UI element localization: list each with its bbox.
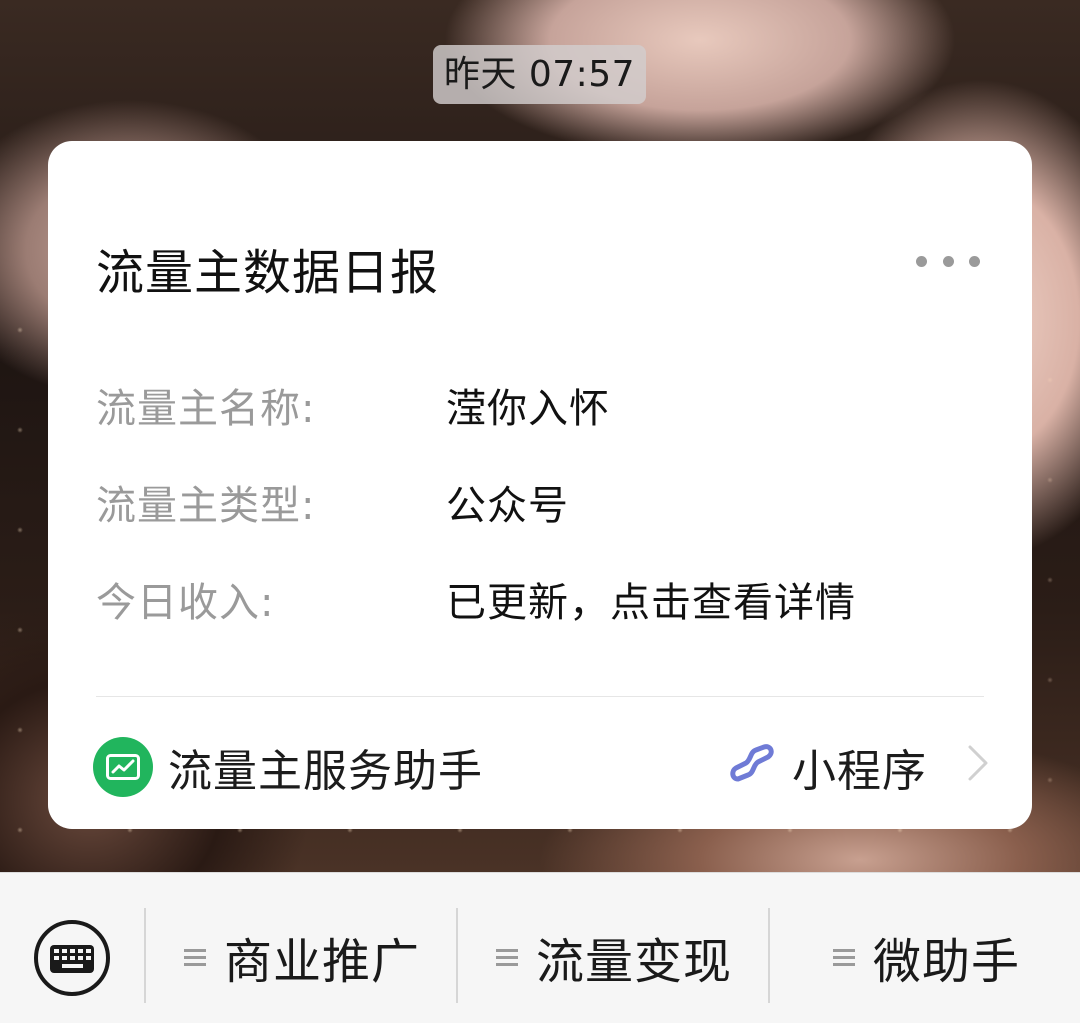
more-dot bbox=[942, 255, 954, 267]
mini-program-label: 小程序 bbox=[792, 746, 927, 797]
card-divider bbox=[96, 696, 984, 697]
row-value: 滢你入怀 bbox=[446, 386, 610, 432]
app-name: 流量主服务助手 bbox=[168, 746, 483, 797]
menu-item-label: 商业推广 bbox=[224, 934, 421, 990]
info-row-name: 流量主名称: 滢你入怀 bbox=[96, 376, 996, 432]
menu-item-traffic-monetization[interactable]: 流量变现 bbox=[496, 925, 733, 990]
menu-list-icon bbox=[833, 949, 855, 966]
row-label: 流量主类型: bbox=[96, 483, 316, 529]
menu-separator bbox=[456, 908, 458, 1003]
info-row-income: 今日收入: 已更新，点击查看详情 bbox=[96, 570, 996, 626]
menu-separator bbox=[768, 908, 770, 1003]
menu-item-business-promotion[interactable]: 商业推广 bbox=[184, 925, 421, 990]
more-dot bbox=[916, 255, 927, 267]
chevron-right-icon bbox=[968, 745, 988, 781]
menu-item-label: 流量变现 bbox=[536, 934, 733, 990]
menu-item-micro-assistant[interactable]: 微助手 bbox=[833, 925, 1021, 990]
more-dot bbox=[969, 255, 980, 267]
row-value: 已更新，点击查看详情 bbox=[446, 580, 856, 626]
row-label: 今日收入: bbox=[96, 580, 275, 626]
menu-item-label: 微助手 bbox=[873, 934, 1021, 990]
card-title: 流量主数据日报 bbox=[96, 245, 440, 301]
menu-separator bbox=[144, 908, 146, 1003]
message-timestamp: 昨天 07:57 bbox=[433, 45, 646, 104]
menu-list-icon bbox=[184, 949, 206, 966]
row-label: 流量主名称: bbox=[96, 386, 316, 432]
card-footer[interactable]: 流量主服务助手 小程序 bbox=[92, 731, 992, 797]
report-card[interactable]: 流量主数据日报 流量主名称: 滢你入怀 流量主类型: 公众号 今日收入: 已更新… bbox=[48, 141, 1032, 829]
keyboard-icon[interactable] bbox=[32, 918, 112, 998]
menu-list-icon bbox=[496, 949, 518, 966]
chart-trend-icon bbox=[93, 737, 153, 797]
bottom-menu-bar: 商业推广 流量变现 微助手 bbox=[0, 872, 1080, 1023]
more-options-icon[interactable] bbox=[916, 245, 980, 277]
row-value: 公众号 bbox=[446, 483, 569, 529]
info-row-type: 流量主类型: 公众号 bbox=[96, 473, 996, 529]
mini-program-link-icon bbox=[730, 744, 774, 782]
